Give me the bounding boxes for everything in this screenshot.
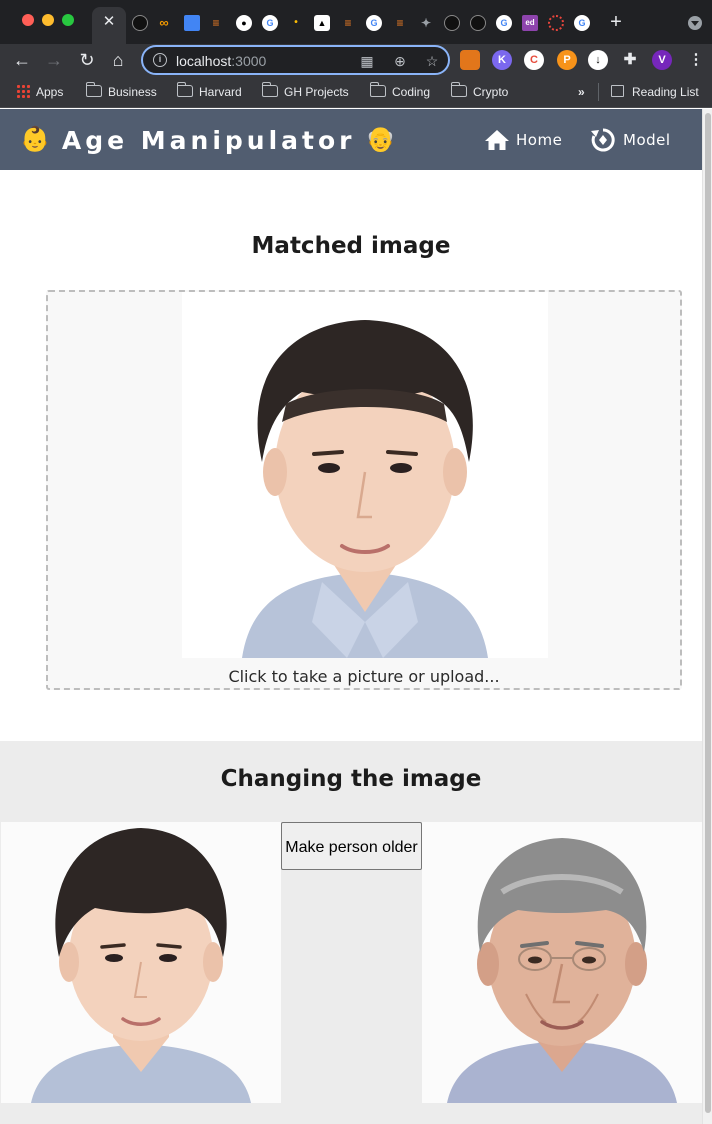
bookmark-label: Business	[108, 85, 157, 99]
reading-list-label: Reading List	[632, 85, 699, 99]
young-man-portrait	[182, 292, 548, 658]
baby-emoji-icon: 👶	[20, 126, 50, 153]
tab-icon[interactable]: ▲	[314, 15, 330, 31]
browser-toolbar: ← → ↻ ⌂ i localhost:3000 ▦ ⊕ ☆ K C P ↓ ✚…	[0, 44, 712, 76]
bookmark-star-icon[interactable]: ☆	[423, 52, 441, 70]
tab-icon[interactable]: ✦	[418, 15, 434, 31]
bookmark-gh-projects[interactable]: GH Projects	[262, 82, 349, 100]
bookmark-label: GH Projects	[284, 85, 349, 99]
url-port: :3000	[231, 53, 267, 69]
tab-icon[interactable]	[548, 15, 564, 31]
old-man-portrait	[422, 822, 702, 1103]
page-viewport: 👶 Age Manipulator 👴 Home Model Matched i…	[0, 109, 712, 1124]
bookmark-business[interactable]: Business	[86, 82, 157, 100]
bookmarks-bar: Apps Business Harvard GH Projects Coding…	[0, 76, 712, 108]
download-tab-icon[interactable]	[444, 15, 460, 31]
stackoverflow-tab-icon[interactable]: ≡	[208, 15, 224, 31]
reading-list-button[interactable]: Reading List	[611, 84, 699, 100]
folder-icon	[370, 82, 386, 97]
download-extension-icon[interactable]: ↓	[588, 50, 608, 70]
matched-photo	[182, 292, 548, 658]
bookmark-label: Apps	[36, 85, 64, 99]
changing-section: Changing the image Make person older	[0, 741, 702, 1124]
tab-close-icon[interactable]: ✕	[102, 12, 116, 32]
young-man-portrait	[1, 822, 281, 1103]
folder-icon	[177, 82, 193, 97]
new-tab-button[interactable]: +	[606, 12, 626, 32]
changing-image-heading: Changing the image	[220, 766, 482, 792]
k-extension-icon[interactable]: K	[492, 50, 512, 70]
original-face-image	[1, 822, 281, 1103]
tab-icon[interactable]: •	[288, 15, 304, 31]
nav-model[interactable]: Model	[591, 109, 671, 170]
model-cycle-icon	[591, 127, 615, 151]
bookmark-label: Harvard	[199, 85, 242, 99]
nav-home-label: Home	[516, 130, 563, 149]
google-tab-icon[interactable]: G	[496, 15, 512, 31]
bookmark-crypto[interactable]: Crypto	[451, 82, 509, 100]
qr-code-icon[interactable]: ▦	[358, 52, 376, 70]
bookmark-apps[interactable]: Apps	[16, 84, 63, 100]
url-host: localhost	[176, 53, 232, 69]
google-tab-icon[interactable]: G	[262, 15, 278, 31]
stackoverflow-tab-icon[interactable]: ≡	[340, 15, 356, 31]
nav-model-label: Model	[623, 130, 671, 149]
home-icon[interactable]: ⌂	[106, 48, 130, 72]
folder-icon	[262, 82, 278, 97]
google-tab-icon[interactable]: G	[574, 15, 590, 31]
reading-list-icon	[611, 85, 624, 97]
ed-tab-icon[interactable]: ed	[522, 15, 538, 31]
apps-grid-icon	[16, 84, 30, 98]
zoom-icon[interactable]: ⊕	[391, 52, 409, 70]
bookmark-coding[interactable]: Coding	[370, 82, 431, 100]
folder-icon	[86, 82, 102, 97]
folder-icon	[451, 82, 467, 97]
matched-image-heading: Matched image	[251, 233, 451, 259]
bookmark-label: Crypto	[473, 85, 509, 99]
browser-tab-bar: ✕ ∞ ≡ ● G • ▲ ≡ G ≡ ✦ G ed G +	[0, 0, 712, 44]
app-title: Age Manipulator	[61, 125, 356, 155]
app-brand[interactable]: 👶 Age Manipulator 👴	[20, 125, 395, 155]
scrollbar-thumb[interactable]	[705, 113, 711, 1113]
page-scrollbar[interactable]	[702, 109, 712, 1124]
bookmark-harvard[interactable]: Harvard	[177, 82, 242, 100]
github-tab-icon[interactable]: ●	[236, 15, 252, 31]
back-arrow-icon[interactable]: ←	[10, 48, 34, 72]
p-extension-icon[interactable]: P	[557, 50, 577, 70]
loop-tab-icon[interactable]: ∞	[156, 15, 172, 31]
bookmark-label: Coding	[392, 85, 431, 99]
metamask-extension-icon[interactable]	[460, 50, 480, 70]
more-menu-icon[interactable]: ⋮	[686, 50, 706, 70]
old-man-emoji-icon: 👴	[365, 126, 396, 153]
docs-tab-icon[interactable]	[184, 15, 200, 31]
bookmarks-divider	[598, 83, 599, 101]
window-close-button[interactable]	[22, 14, 34, 26]
c-extension-icon[interactable]: C	[524, 50, 544, 70]
window-minimize-button[interactable]	[42, 14, 54, 26]
stackoverflow-tab-icon[interactable]: ≡	[392, 15, 408, 31]
reload-icon[interactable]: ↻	[75, 48, 99, 72]
upload-hint: Click to take a picture or upload...	[228, 667, 500, 686]
tab-search-icon[interactable]	[688, 16, 702, 30]
home-icon	[485, 129, 509, 150]
make-older-button[interactable]: Make person older	[281, 822, 422, 870]
address-bar[interactable]: i localhost:3000 ▦ ⊕ ☆	[141, 45, 450, 75]
image-upload-dropzone[interactable]: Click to take a picture or upload...	[46, 290, 682, 690]
google-tab-icon[interactable]: G	[366, 15, 382, 31]
download-tab-icon[interactable]	[132, 15, 148, 31]
profile-avatar[interactable]: V	[652, 50, 672, 70]
puzzle-extensions-icon[interactable]: ✚	[620, 50, 640, 70]
window-zoom-button[interactable]	[62, 14, 74, 26]
bookmarks-overflow-button[interactable]: »	[578, 84, 585, 100]
download-tab-icon[interactable]	[470, 15, 486, 31]
address-url: localhost:3000	[176, 53, 266, 69]
aged-face-image	[422, 822, 702, 1103]
forward-arrow-icon[interactable]: →	[42, 48, 66, 72]
site-info-icon[interactable]: i	[153, 53, 167, 67]
app-header: 👶 Age Manipulator 👴 Home Model	[0, 109, 702, 170]
nav-home[interactable]: Home	[484, 109, 562, 170]
